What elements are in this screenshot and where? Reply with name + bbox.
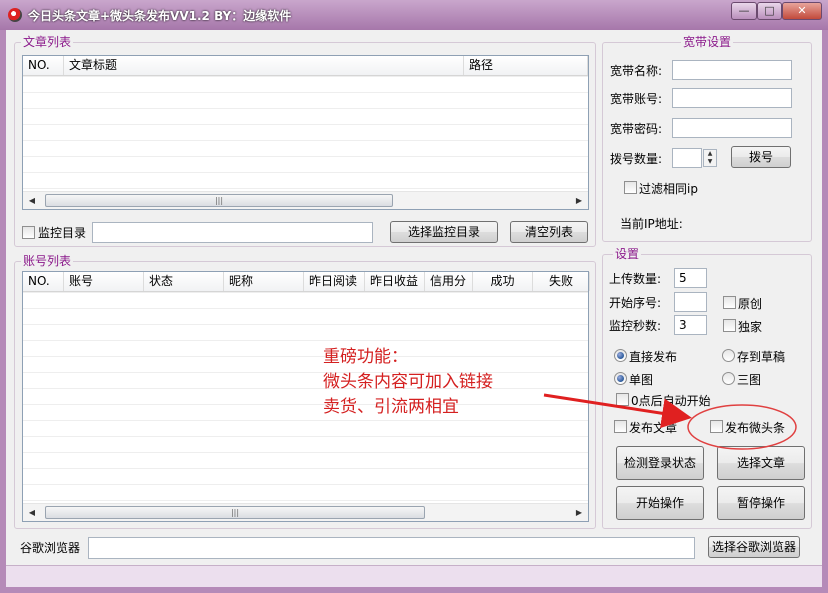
annotation-arrow [543, 393, 692, 429]
annotation-arrow-overlay [543, 393, 797, 450]
annotation-circle [687, 404, 797, 450]
